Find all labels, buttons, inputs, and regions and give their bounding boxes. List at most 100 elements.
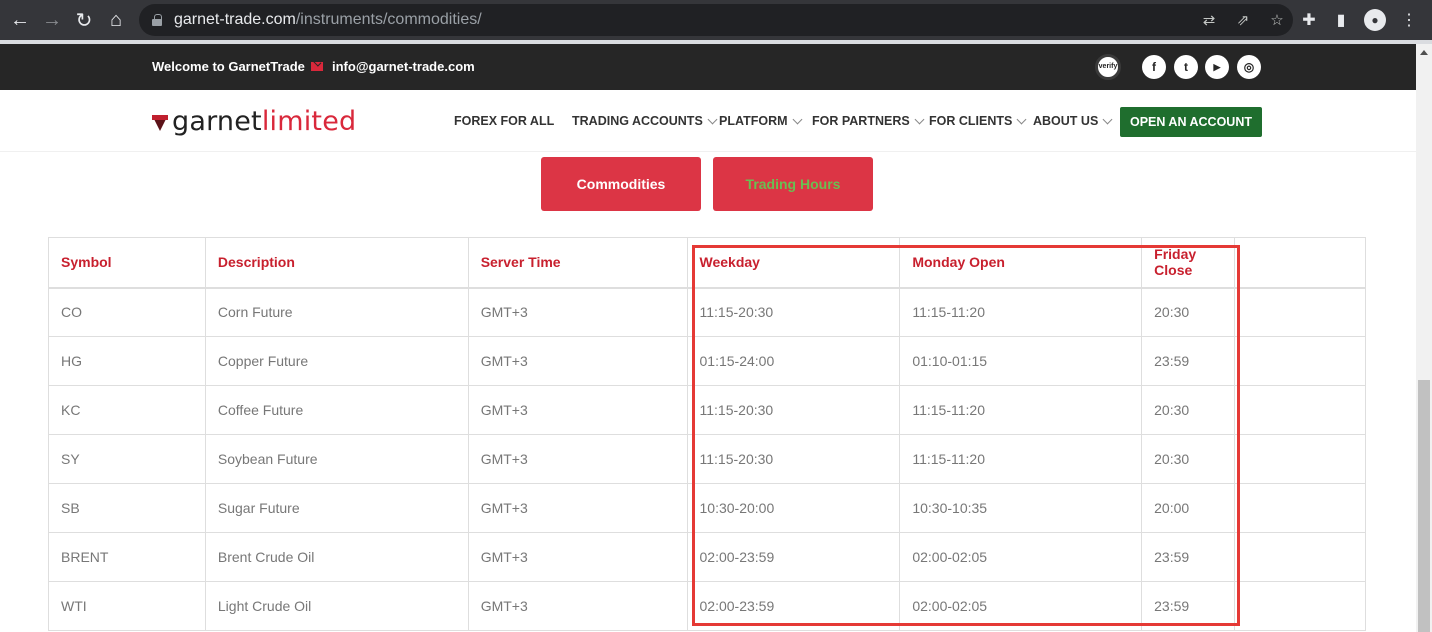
translate-icon[interactable]: ⇄ xyxy=(1201,11,1217,29)
youtube-icon[interactable]: ▶ xyxy=(1205,55,1229,79)
chevron-down-icon xyxy=(1102,114,1113,124)
garnet-gem-icon xyxy=(152,114,168,131)
table-row: WTI Light Crude Oil GMT+3 02:00-23:59 02:00-… xyxy=(48,581,1366,631)
cell-symbol: KC xyxy=(48,385,206,435)
nav-about-us[interactable]: ABOUT US xyxy=(1033,114,1113,128)
cell-friday-close: 20:30 xyxy=(1141,385,1236,435)
profile-icon[interactable]: ● xyxy=(1364,9,1386,31)
nav-label: PLATFORM xyxy=(719,114,788,128)
nav-label: FOREX FOR ALL xyxy=(454,114,555,128)
nav-label: FOR PARTNERS xyxy=(812,114,910,128)
top-info-bar: Welcome to GarnetTrade info@garnet-trade… xyxy=(0,44,1416,90)
twitter-icon[interactable]: t xyxy=(1174,55,1198,79)
cell-monday-open: 11:15-11:20 xyxy=(899,287,1143,337)
back-icon[interactable]: ← xyxy=(4,4,36,36)
column-header: Friday Close xyxy=(1141,237,1236,289)
cell-weekday: 10:30-20:00 xyxy=(686,483,901,533)
cell-monday-open: 02:00-02:05 xyxy=(899,581,1143,631)
email-link[interactable]: info@garnet-trade.com xyxy=(332,59,475,74)
side-panel-icon[interactable]: ▮ xyxy=(1332,10,1350,30)
chevron-down-icon xyxy=(914,114,925,124)
bookmark-star-icon[interactable]: ☆ xyxy=(1269,11,1285,29)
cell-symbol: HG xyxy=(48,336,206,386)
cell-description: Sugar Future xyxy=(204,483,469,533)
cell-server-time: GMT+3 xyxy=(467,434,688,484)
cell-symbol: WTI xyxy=(48,581,206,631)
column-header xyxy=(1234,237,1366,289)
cell-server-time: GMT+3 xyxy=(467,532,688,582)
cell-weekday: 11:15-20:30 xyxy=(686,385,901,435)
cell-symbol: SY xyxy=(48,434,206,484)
table-row: HG Copper Future GMT+3 01:15-24:00 01:10-01:… xyxy=(48,336,1366,386)
scrollbar-thumb[interactable] xyxy=(1418,380,1430,632)
url-domain: garnet-trade.com xyxy=(174,11,296,28)
nav-trading-accounts[interactable]: TRADING ACCOUNTS xyxy=(572,114,718,128)
column-header: Monday Open xyxy=(899,237,1143,289)
nav-for-partners[interactable]: FOR PARTNERS xyxy=(812,114,925,128)
logo-text-limited: limited xyxy=(261,106,357,137)
chevron-down-icon xyxy=(707,114,718,124)
share-icon[interactable]: ⇗ xyxy=(1235,11,1251,29)
cell-monday-open: 01:10-01:15 xyxy=(899,336,1143,386)
forward-icon[interactable]: → xyxy=(36,4,68,36)
cell-weekday: 11:15-20:30 xyxy=(686,287,901,337)
chevron-down-icon xyxy=(792,114,802,124)
cell-friday-close: 23:59 xyxy=(1141,336,1236,386)
nav-label: FOR CLIENTS xyxy=(929,114,1013,128)
extensions-icon[interactable]: ✚ xyxy=(1300,10,1318,30)
site-header: garnetlimited FOREX FOR ALL TRADING ACCO… xyxy=(0,90,1416,152)
column-header: Description xyxy=(204,237,469,289)
mail-icon xyxy=(311,62,323,71)
chevron-down-icon xyxy=(1016,114,1027,124)
cell-symbol: BRENT xyxy=(48,532,206,582)
verify-badge[interactable]: verify xyxy=(1095,54,1121,80)
facebook-icon[interactable]: f xyxy=(1142,55,1166,79)
home-icon[interactable]: ⌂ xyxy=(100,4,132,36)
cell-description: Soybean Future xyxy=(204,434,469,484)
lock-icon[interactable] xyxy=(152,14,162,26)
nav-platform[interactable]: PLATFORM xyxy=(719,114,802,128)
table-header-row: Symbol Description Server Time Weekday M… xyxy=(48,237,1366,289)
cell-friday-close: 23:59 xyxy=(1141,532,1236,582)
nav-label: ABOUT US xyxy=(1033,114,1099,128)
cell-description: Copper Future xyxy=(204,336,469,386)
cell-weekday: 02:00-23:59 xyxy=(686,581,901,631)
browser-toolbar: ← → ↻ ⌂ garnet-trade.com/instruments/com… xyxy=(0,0,1432,40)
column-header: Server Time xyxy=(467,237,688,289)
nav-for-clients[interactable]: FOR CLIENTS xyxy=(929,114,1027,128)
page-scrollbar[interactable] xyxy=(1416,44,1432,632)
table-row: KC Coffee Future GMT+3 11:15-20:30 11:15-11:… xyxy=(48,385,1366,435)
logo[interactable]: garnetlimited xyxy=(152,106,356,137)
cell-empty xyxy=(1234,287,1366,337)
reload-icon[interactable]: ↻ xyxy=(68,4,100,36)
cell-monday-open: 11:15-11:20 xyxy=(899,434,1143,484)
scroll-up-icon[interactable] xyxy=(1420,50,1428,55)
table-row: SY Soybean Future GMT+3 11:15-20:30 11:15-11… xyxy=(48,434,1366,484)
nav-label: TRADING ACCOUNTS xyxy=(572,114,703,128)
cell-server-time: GMT+3 xyxy=(467,287,688,337)
cell-monday-open: 10:30-10:35 xyxy=(899,483,1143,533)
tab-trading-hours[interactable]: Trading Hours xyxy=(713,157,873,211)
cell-server-time: GMT+3 xyxy=(467,483,688,533)
cell-weekday: 01:15-24:00 xyxy=(686,336,901,386)
cell-symbol: SB xyxy=(48,483,206,533)
open-account-button[interactable]: OPEN AN ACCOUNT xyxy=(1120,107,1262,137)
cell-friday-close: 20:30 xyxy=(1141,434,1236,484)
instagram-icon[interactable]: ◎ xyxy=(1237,55,1261,79)
tab-commodities[interactable]: Commodities xyxy=(541,157,701,211)
cell-friday-close: 20:00 xyxy=(1141,483,1236,533)
table-row: SB Sugar Future GMT+3 10:30-20:00 10:30-10:3… xyxy=(48,483,1366,533)
cell-empty xyxy=(1234,336,1366,386)
cell-symbol: CO xyxy=(48,287,206,337)
url-text[interactable]: garnet-trade.com/instruments/commodities… xyxy=(174,11,482,29)
url-path: /instruments/commodities/ xyxy=(295,11,482,28)
address-bar[interactable]: garnet-trade.com/instruments/commodities… xyxy=(139,4,1293,36)
nav-forex-for-all[interactable]: FOREX FOR ALL xyxy=(454,114,554,128)
cell-weekday: 02:00-23:59 xyxy=(686,532,901,582)
cell-description: Light Crude Oil xyxy=(204,581,469,631)
menu-icon[interactable]: ⋮ xyxy=(1400,10,1418,30)
cell-description: Brent Crude Oil xyxy=(204,532,469,582)
cell-empty xyxy=(1234,434,1366,484)
cell-empty xyxy=(1234,532,1366,582)
cell-empty xyxy=(1234,581,1366,631)
